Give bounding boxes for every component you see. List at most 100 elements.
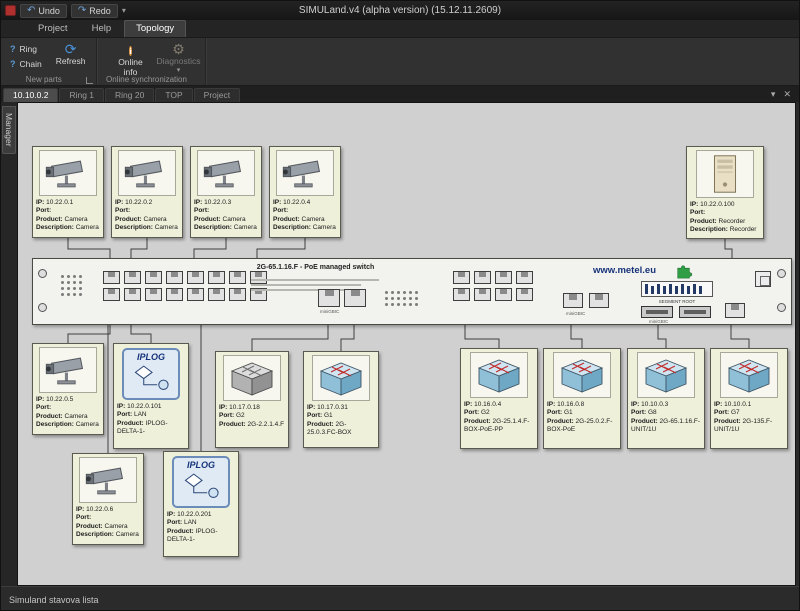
device-card-camera-6[interactable]: IP: 10.22.0.6 Port: Product: Camera Desc… <box>72 453 144 545</box>
led-dot <box>409 297 412 300</box>
gigabit-port <box>563 293 583 308</box>
device-port: G2 <box>236 412 245 419</box>
refresh-label: Refresh <box>56 57 86 67</box>
refresh-button[interactable]: ⟳ Refresh <box>51 40 91 69</box>
qat-customize-chevron-icon[interactable]: ▾ <box>122 6 126 15</box>
camera-icon <box>118 150 176 196</box>
device-card-camera-2[interactable]: IP: 10.22.0.2 Port: Product: Camera Desc… <box>111 146 183 238</box>
device-card-switch-blue-5[interactable]: IP: 10.10.0.1 Port: G7 Product: 2G-135.F… <box>710 348 788 449</box>
switch-box-icon <box>312 355 370 401</box>
device-card-switch-blue-1[interactable]: IP: 10.17.0.31 Port: G1 Product: 2G-25.0… <box>303 351 379 448</box>
device-card-switch-gray[interactable]: IP: 10.17.0.18 Port: G2 Product: 2G-2.2.… <box>215 351 289 448</box>
device-product: Camera <box>105 523 128 530</box>
led-dot <box>385 297 388 300</box>
device-ip: 10.22.0.5 <box>46 396 73 403</box>
led-dot <box>67 275 70 278</box>
rj45-port <box>187 271 204 284</box>
ring-button[interactable]: ? Ring <box>7 43 45 55</box>
rj45-port <box>474 288 491 301</box>
device-card-switch-blue-4[interactable]: IP: 10.10.0.3 Port: G8 Product: 2G-65.1.… <box>627 348 705 449</box>
rj45-port <box>495 288 512 301</box>
camera-icon <box>39 347 97 393</box>
device-ip: 10.10.0.1 <box>724 401 751 408</box>
led-dot <box>61 293 64 296</box>
device-ip: 10.16.0.4 <box>474 401 501 408</box>
rj45-port-block-b <box>453 271 533 301</box>
title-bar: ↶ Undo ↷ Redo ▾ SIMULand.v4 (alpha versi… <box>1 1 799 20</box>
gigabit-port <box>725 303 745 318</box>
device-ip: 10.22.0.4 <box>283 199 310 206</box>
redo-button[interactable]: ↷ Redo <box>71 4 118 18</box>
device-port: G7 <box>731 409 740 416</box>
device-card-switch-blue-2[interactable]: IP: 10.16.0.4 Port: G2 Product: 2G-25.1.… <box>460 348 538 449</box>
tab-project[interactable]: Project <box>27 21 79 37</box>
doc-tab-top[interactable]: TOP <box>155 88 192 102</box>
diagnostics-button[interactable]: ⚙ Diagnostics ▾ <box>157 40 199 77</box>
device-description: Camera <box>234 224 257 231</box>
dialog-launcher-icon[interactable] <box>86 77 93 84</box>
led-dot <box>415 303 418 306</box>
undo-arrow-icon: ↶ <box>27 6 35 16</box>
tab-help[interactable]: Help <box>81 21 123 37</box>
camera-icon <box>276 150 334 196</box>
online-info-button[interactable]: i Online info <box>109 40 151 80</box>
device-card-camera-1[interactable]: IP: 10.22.0.1 Port: Product: Camera Desc… <box>32 146 104 238</box>
device-product: 2G-2.2.1.4.F <box>248 421 285 428</box>
led-dot <box>409 291 412 294</box>
device-product: Camera <box>65 216 88 223</box>
topology-canvas[interactable]: IP: 10.22.0.1 Port: Product: Camera Desc… <box>17 102 796 586</box>
tab-list-chevron-icon[interactable]: ▾ <box>771 89 776 100</box>
device-card-recorder[interactable]: IP: 10.22.0.100 Port: Product: Recorder … <box>686 146 764 239</box>
rj45-port <box>250 271 267 284</box>
recorder-icon <box>696 150 754 198</box>
managed-switch-device[interactable]: 2G-65.1.16.F - PoE managed switch miniGB… <box>32 258 792 325</box>
led-dot <box>385 303 388 306</box>
rj45-port <box>453 271 470 284</box>
device-ip: 10.17.0.31 <box>317 404 348 411</box>
rj45-port <box>516 271 533 284</box>
doc-tab-ring-20[interactable]: Ring 20 <box>105 88 154 102</box>
doc-tab-ring-1[interactable]: Ring 1 <box>59 88 104 102</box>
minigbic-label: miniGBIC <box>649 319 668 324</box>
undo-button[interactable]: ↶ Undo <box>20 4 67 18</box>
close-tab-icon[interactable]: ✕ <box>783 89 791 100</box>
device-card-camera-5[interactable]: IP: 10.22.0.5 Port: Product: Camera Desc… <box>32 343 104 435</box>
switch-box-icon <box>637 352 695 398</box>
led-dot <box>403 297 406 300</box>
led-dot <box>385 291 388 294</box>
switch-box-icon <box>470 352 528 398</box>
app-icon[interactable] <box>5 5 16 16</box>
doc-tab-project[interactable]: Project <box>194 88 240 102</box>
device-card-camera-3[interactable]: IP: 10.22.0.3 Port: Product: Camera Desc… <box>190 146 262 238</box>
led-dot <box>67 281 70 284</box>
device-card-camera-4[interactable]: IP: 10.22.0.4 Port: Product: Camera Desc… <box>269 146 341 238</box>
iplog-label: IPLOG <box>124 350 178 362</box>
ribbon: ? Ring ? Chain ⟳ Refresh New parts i Onl… <box>1 38 799 86</box>
led-dot <box>79 281 82 284</box>
switch-box-icon <box>553 352 611 398</box>
quick-access-toolbar: ↶ Undo ↷ Redo ▾ <box>1 4 126 18</box>
chain-button[interactable]: ? Chain <box>7 58 45 70</box>
sfp-slot <box>641 306 673 318</box>
doc-tab-10-10-0-2[interactable]: 10.10.0.2 <box>3 88 58 102</box>
device-card-iplog-2[interactable]: IPLOG IP: 10.22.0.201 Port: LAN Product:… <box>163 451 239 557</box>
rj45-port <box>166 271 183 284</box>
led-dot <box>415 297 418 300</box>
rj45-port <box>124 288 141 301</box>
rj45-port <box>103 271 120 284</box>
device-ip: 10.22.0.6 <box>86 506 113 513</box>
app-window: ↶ Undo ↷ Redo ▾ SIMULand.v4 (alpha versi… <box>0 0 800 611</box>
tab-topology[interactable]: Topology <box>124 20 186 37</box>
manager-panel-tab[interactable]: Manager <box>2 106 16 154</box>
question-icon: ? <box>10 44 16 54</box>
led-dot <box>403 303 406 306</box>
segment-root-label: SEGMENT ROOT <box>637 299 717 304</box>
iplog-icon: IPLOG <box>172 456 230 508</box>
screw-hole <box>777 269 786 278</box>
camera-icon <box>197 150 255 196</box>
device-card-switch-blue-3[interactable]: IP: 10.16.0.8 Port: G1 Product: 2G-25.0.… <box>543 348 621 449</box>
led-dot <box>391 303 394 306</box>
redo-arrow-icon: ↷ <box>78 6 86 16</box>
device-card-iplog-1[interactable]: IPLOG IP: 10.22.0.101 Port: LAN Product:… <box>113 343 189 449</box>
rj45-port-block-a <box>103 271 267 301</box>
